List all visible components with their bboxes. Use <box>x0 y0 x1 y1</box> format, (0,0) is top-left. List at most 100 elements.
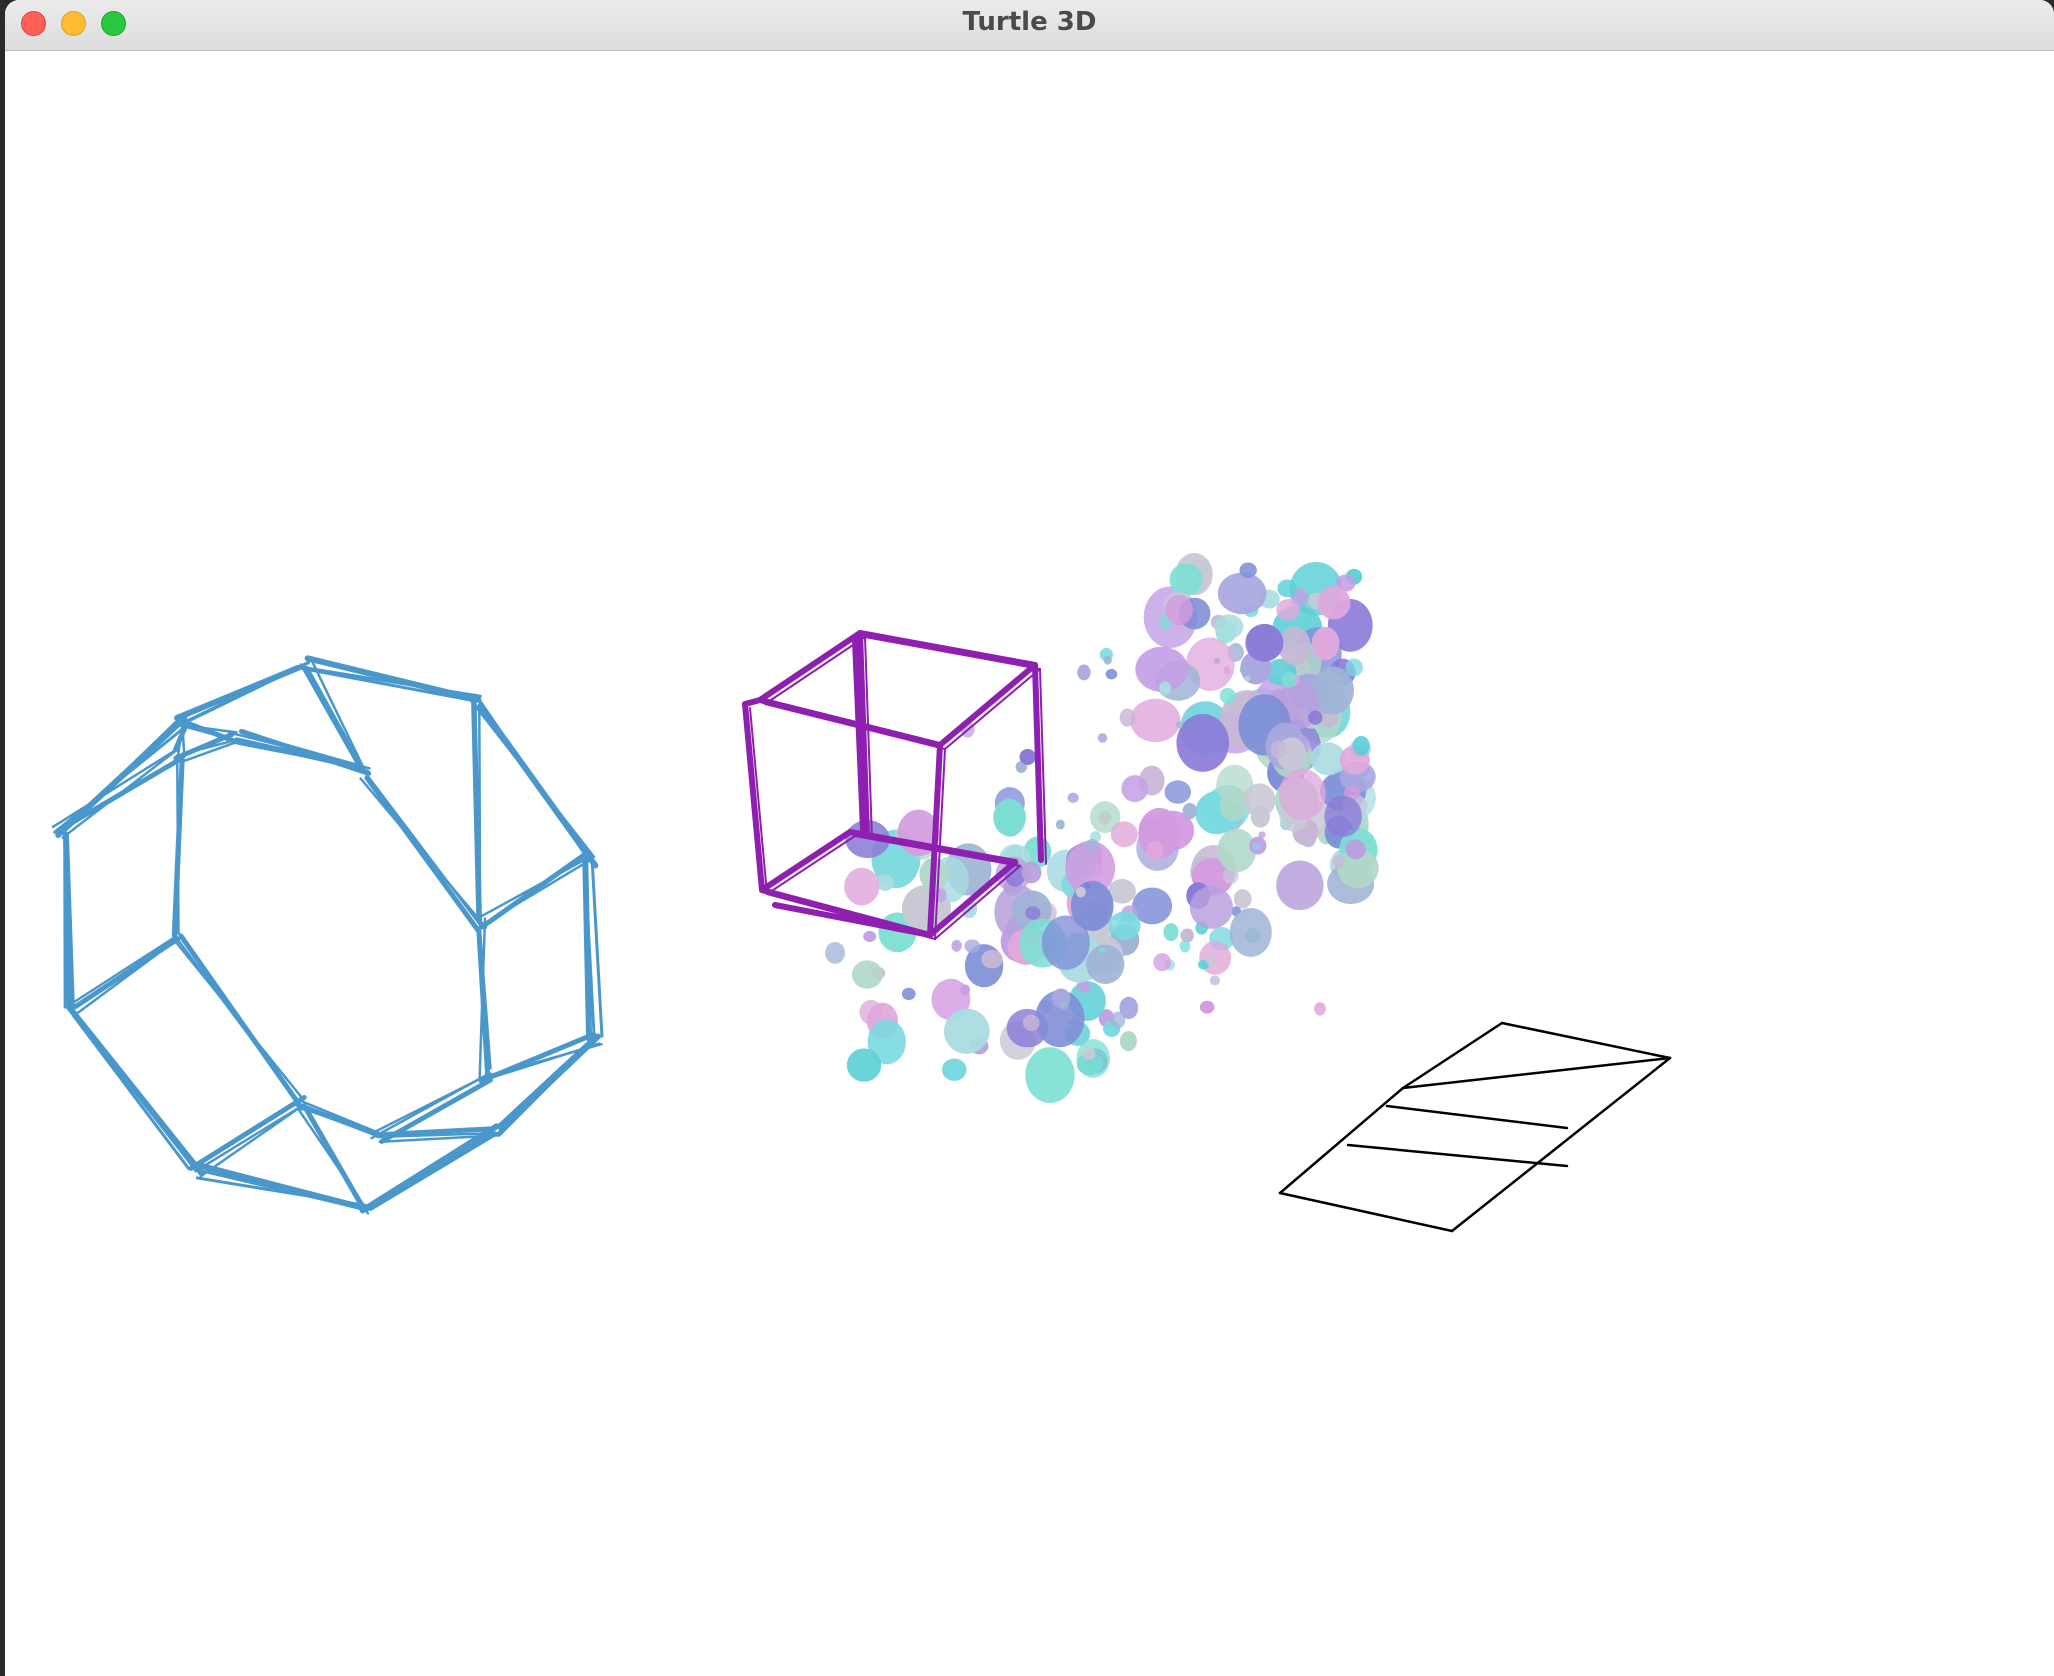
polyhedron-spoke <box>490 858 593 921</box>
polyhedron-edge <box>69 1008 196 1170</box>
polyhedron-edge <box>71 1013 191 1171</box>
polyhedron-spoke <box>194 1102 307 1173</box>
dot <box>1199 941 1232 975</box>
dot <box>1082 1047 1096 1061</box>
dot <box>1199 1000 1215 1014</box>
polyhedron-edge <box>497 1042 592 1137</box>
dot <box>1239 562 1257 578</box>
dot <box>1281 671 1297 688</box>
dot <box>1243 783 1276 818</box>
dot <box>1022 1014 1040 1032</box>
dot <box>1317 586 1351 620</box>
dot <box>1175 721 1184 729</box>
colored-dot-cloud <box>825 552 1379 1104</box>
dot <box>1332 854 1345 869</box>
dot <box>1219 687 1236 704</box>
dot <box>1159 681 1172 695</box>
polyhedron-inner-edge <box>359 777 488 929</box>
dot <box>1352 735 1370 756</box>
polyhedron-edge <box>365 1131 497 1212</box>
box-edge <box>1278 1086 1405 1195</box>
polyhedron-inner-edge <box>360 766 483 928</box>
dot <box>960 984 971 995</box>
cube-edge <box>757 697 943 748</box>
box-edge <box>1450 1056 1672 1233</box>
dot <box>1059 999 1069 1010</box>
dot <box>1169 563 1203 596</box>
cube-edge <box>944 668 1041 750</box>
polyhedron-edge <box>475 694 586 855</box>
dot <box>1025 1047 1075 1104</box>
polyhedron-edge <box>53 724 188 834</box>
dot <box>1130 698 1181 743</box>
dot <box>1258 831 1266 839</box>
dot <box>993 798 1027 837</box>
polyhedron-inner-edge <box>173 934 306 1111</box>
dot <box>1180 928 1195 943</box>
polyhedron-spoke <box>476 856 591 920</box>
dot <box>844 867 880 906</box>
dot <box>1209 975 1221 986</box>
window-title: Turtle 3D <box>962 7 1097 37</box>
dot <box>1223 666 1231 675</box>
turtle-canvas[interactable] <box>5 51 2054 1676</box>
dot <box>942 1058 967 1081</box>
dot <box>863 930 877 943</box>
dot <box>1086 944 1125 984</box>
dot <box>1025 906 1041 920</box>
polyhedron-edge <box>192 1167 365 1211</box>
cube-edge <box>757 630 863 703</box>
polyhedron-spoke <box>67 934 178 1007</box>
cube-edge <box>857 630 1038 668</box>
polyhedron-inner-edge <box>370 1072 492 1135</box>
dot <box>1324 795 1362 837</box>
flat-box-wireframe <box>1278 1021 1672 1233</box>
dot <box>1055 819 1065 830</box>
app-window: Turtle 3D <box>5 0 2054 1676</box>
truncated-octahedron-wireframe <box>51 655 604 1215</box>
dot <box>1176 713 1230 772</box>
dot <box>1146 840 1164 861</box>
dot <box>1019 748 1036 765</box>
dot <box>1205 955 1216 966</box>
title-bar[interactable]: Turtle 3D <box>5 0 2054 51</box>
dot <box>981 949 1003 969</box>
cube-edge <box>937 662 1038 748</box>
dot <box>1164 594 1193 625</box>
scene-svg <box>51 552 1672 1233</box>
polyhedron-spoke <box>486 1042 603 1078</box>
dot <box>851 960 883 989</box>
dot <box>1021 861 1042 884</box>
cube-edge <box>764 636 866 705</box>
polyhedron-edge <box>61 714 185 834</box>
dot <box>1163 923 1179 942</box>
dot <box>1077 664 1091 681</box>
cube-edge <box>742 701 765 893</box>
dot <box>1179 940 1191 953</box>
box-edge <box>1500 1021 1672 1060</box>
dot <box>846 1048 882 1082</box>
cube-edge <box>742 697 763 707</box>
polyhedron-inner-edge <box>175 754 180 935</box>
dot <box>1278 768 1326 821</box>
dot <box>1110 821 1138 848</box>
polyhedron-edge <box>301 666 482 698</box>
dot <box>1041 915 1090 970</box>
dot <box>859 999 883 1025</box>
polyhedron-edge <box>304 655 482 703</box>
dot <box>1103 655 1112 665</box>
dot <box>1217 828 1257 873</box>
dot <box>1189 886 1234 929</box>
cube-edge <box>864 636 1041 670</box>
dot <box>1105 668 1118 680</box>
dot <box>1084 838 1100 853</box>
dot <box>1270 740 1287 759</box>
polyhedron-spoke <box>74 941 174 1016</box>
dot <box>1121 775 1149 803</box>
dot <box>1153 953 1171 972</box>
dot <box>1239 666 1249 675</box>
dot <box>1099 947 1106 954</box>
dot <box>1276 860 1324 911</box>
dot <box>825 941 846 964</box>
dot <box>1276 599 1301 621</box>
